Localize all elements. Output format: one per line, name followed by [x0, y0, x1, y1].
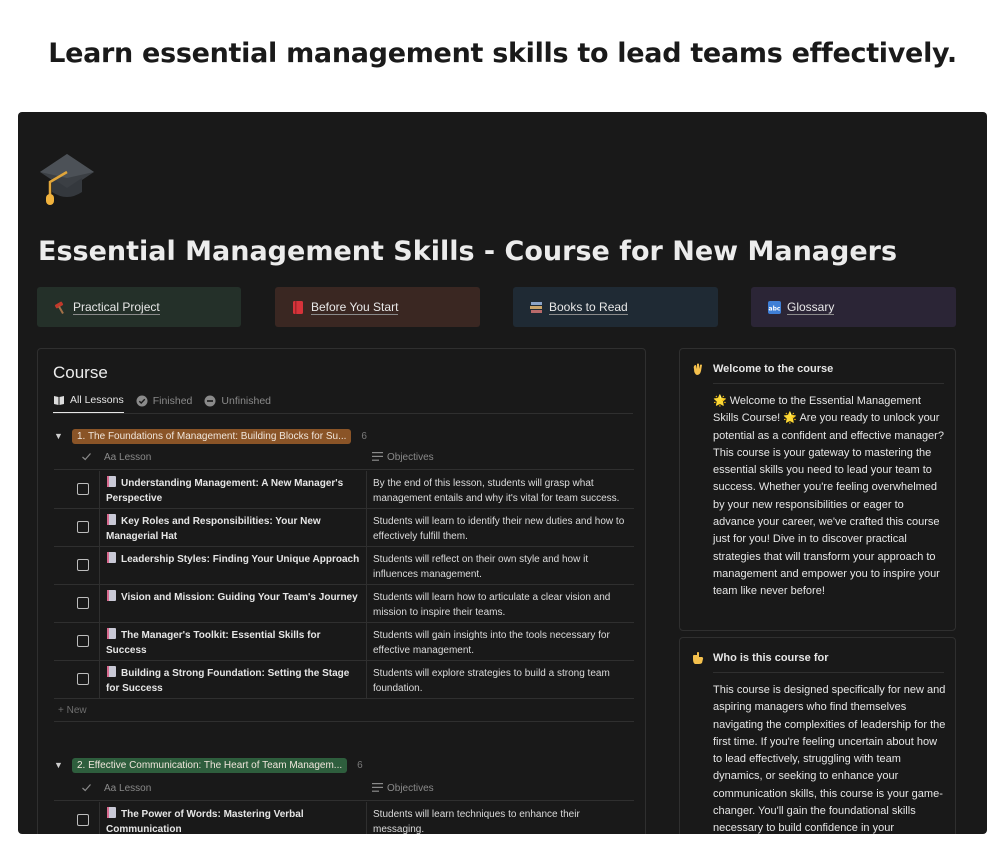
column-header-objectives[interactable]: Objectives — [372, 452, 434, 463]
column-header-lesson[interactable]: Aa Lesson — [104, 783, 151, 794]
objective-cell[interactable]: Students will learn how to articulate a … — [367, 585, 634, 623]
objective-cell[interactable]: Students will explore strategies to buil… — [367, 661, 634, 699]
lesson-cell[interactable]: Key Roles and Responsibilities: Your New… — [99, 509, 367, 547]
caret-down-icon[interactable]: ▼ — [54, 760, 72, 770]
database-views: All Lessons Finished Unfinished — [53, 392, 283, 414]
view-tab-unfinished[interactable]: Unfinished — [204, 392, 271, 414]
lesson-checkbox[interactable] — [77, 483, 89, 495]
abc-icon: abc — [767, 300, 781, 314]
page-icon — [106, 628, 117, 639]
table-row[interactable]: Key Roles and Responsibilities: Your New… — [54, 509, 634, 547]
open-book-icon — [53, 394, 65, 406]
lesson-cell[interactable]: Vision and Mission: Guiding Your Team's … — [99, 585, 367, 623]
lesson-checkbox[interactable] — [77, 814, 89, 826]
group-label: 2. Effective Communication: The Heart of… — [72, 757, 348, 773]
hammer-icon — [53, 300, 67, 314]
column-header-lesson[interactable]: Aa Lesson — [104, 452, 151, 463]
column-header-objectives[interactable]: Objectives — [372, 783, 434, 794]
text-lines-icon — [372, 452, 383, 461]
page-icon — [106, 552, 117, 563]
page-title: Essential Management Skills - Course for… — [38, 236, 898, 267]
page-icon — [106, 514, 117, 525]
objective-cell[interactable]: Students will gain insights into the too… — [367, 623, 634, 661]
callout-body: 🌟 Welcome to the Essential Management Sk… — [713, 395, 944, 598]
table-row[interactable]: Understanding Management: A New Manager'… — [54, 471, 634, 509]
lesson-cell[interactable]: Leadership Styles: Finding Your Unique A… — [99, 547, 367, 585]
lesson-cell[interactable]: Understanding Management: A New Manager'… — [99, 471, 367, 509]
text-lines-icon — [372, 783, 383, 792]
objective-cell[interactable]: By the end of this lesson, students will… — [367, 471, 634, 509]
callout-divider — [713, 383, 944, 384]
table-header: Aa Lesson Objectives — [54, 446, 634, 470]
database-title: Course — [53, 363, 108, 382]
checkmark-icon — [81, 782, 92, 796]
callout-body: This course is designed specifically for… — [713, 684, 946, 834]
minus-circle-icon — [204, 395, 216, 407]
page-headline: Learn essential management skills to lea… — [48, 38, 957, 69]
view-tab-all-lessons[interactable]: All Lessons — [53, 392, 124, 414]
group-divider — [54, 721, 634, 722]
group-header[interactable]: ▼ 1. The Foundations of Management: Buil… — [54, 427, 367, 445]
views-divider — [53, 413, 633, 414]
new-row-button[interactable]: + New — [58, 705, 87, 716]
check-circle-icon — [136, 395, 148, 407]
waving-hand-icon — [691, 362, 705, 376]
checkmark-icon — [81, 451, 92, 465]
group-count: 6 — [357, 759, 363, 771]
graduation-cap-icon[interactable] — [38, 148, 96, 206]
caret-down-icon[interactable]: ▼ — [54, 431, 72, 441]
callout-title: Welcome to the course — [713, 363, 834, 375]
books-icon — [529, 300, 543, 314]
lesson-checkbox[interactable] — [77, 635, 89, 647]
group-count: 6 — [361, 430, 367, 442]
objective-cell[interactable]: Students will learn to identify their ne… — [367, 509, 634, 547]
objective-cell[interactable]: Students will learn techniques to enhanc… — [367, 802, 634, 834]
table-row[interactable]: Leadership Styles: Finding Your Unique A… — [54, 547, 634, 585]
table-header: Aa Lesson Objectives — [54, 777, 634, 801]
lesson-checkbox[interactable] — [77, 673, 89, 685]
lesson-checkbox[interactable] — [77, 559, 89, 571]
view-tab-finished[interactable]: Finished — [136, 392, 192, 414]
notion-page: Essential Management Skills - Course for… — [18, 112, 987, 834]
table-row[interactable]: Vision and Mission: Guiding Your Team's … — [54, 585, 634, 623]
course-database: Course All Lessons Finished Unfinished ▼… — [37, 348, 646, 834]
lesson-cell[interactable]: Building a Strong Foundation: Setting th… — [99, 661, 367, 699]
lesson-cell[interactable]: The Power of Words: Mastering Verbal Com… — [99, 802, 367, 834]
callout-title: Who is this course for — [713, 652, 829, 664]
table-row[interactable]: The Power of Words: Mastering Verbal Com… — [54, 802, 634, 834]
quick-link-glossary[interactable]: abc Glossary — [751, 287, 956, 327]
welcome-callout: Welcome to the course 🌟 Welcome to the E… — [679, 348, 956, 631]
page-icon — [106, 807, 117, 818]
book-red-icon — [291, 300, 305, 314]
lesson-checkbox[interactable] — [77, 521, 89, 533]
group-label: 1. The Foundations of Management: Buildi… — [72, 428, 352, 444]
page-icon — [106, 590, 117, 601]
pointing-hand-icon — [691, 651, 705, 665]
audience-callout: Who is this course for This course is de… — [679, 637, 956, 834]
objective-cell[interactable]: Students will reflect on their own style… — [367, 547, 634, 585]
table-row[interactable]: The Manager's Toolkit: Essential Skills … — [54, 623, 634, 661]
group-header[interactable]: ▼ 2. Effective Communication: The Heart … — [54, 756, 363, 774]
table-row[interactable]: Building a Strong Foundation: Setting th… — [54, 661, 634, 699]
svg-text:abc: abc — [768, 305, 780, 312]
lesson-checkbox[interactable] — [77, 597, 89, 609]
quick-link-before-you-start[interactable]: Before You Start — [275, 287, 480, 327]
page-icon — [106, 666, 117, 677]
quick-link-books-to-read[interactable]: Books to Read — [513, 287, 718, 327]
lesson-cell[interactable]: The Manager's Toolkit: Essential Skills … — [99, 623, 367, 661]
quick-link-practical-project[interactable]: Practical Project — [37, 287, 241, 327]
callout-divider — [713, 672, 944, 673]
page-icon — [106, 476, 117, 487]
